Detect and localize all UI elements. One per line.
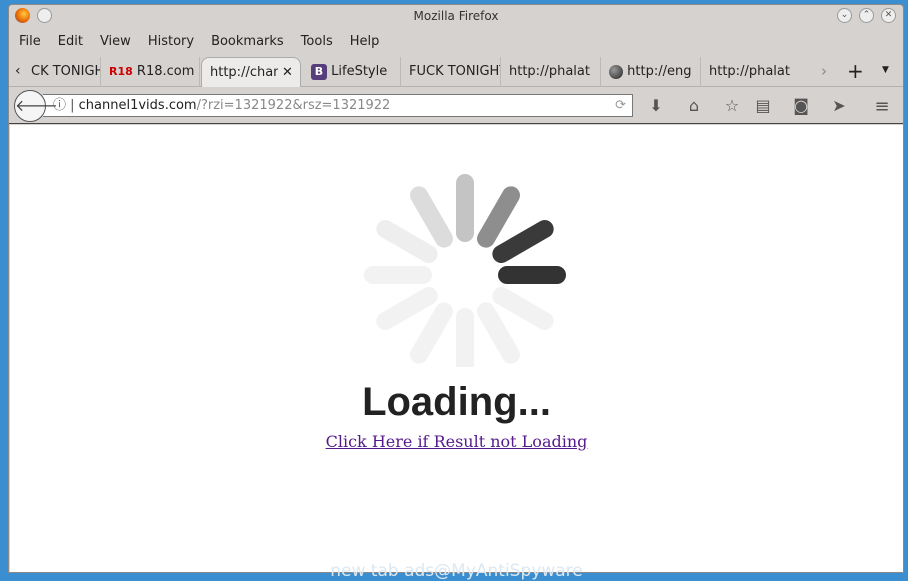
url-path: /?rzi=1321922&rsz=1321922	[196, 98, 391, 113]
loading-heading: Loading...	[362, 380, 551, 424]
spinner-spoke	[492, 287, 554, 330]
scroll-tabs-left-icon[interactable]: ‹	[15, 63, 21, 79]
firefox-logo-icon	[15, 8, 30, 23]
menu-file[interactable]: File	[19, 31, 41, 53]
spinner-spoke	[376, 287, 438, 330]
tab[interactable]: B LifeStyle	[303, 57, 401, 87]
spinner-spoke	[492, 220, 554, 263]
menu-edit[interactable]: Edit	[58, 31, 83, 53]
globe-icon	[609, 64, 623, 79]
hamburger-menu-icon[interactable]: ≡	[872, 96, 892, 117]
result-link[interactable]: Click Here if Result not Loading	[10, 432, 903, 451]
close-tab-icon[interactable]: ✕	[282, 65, 293, 80]
tab[interactable]: http://phalat	[501, 57, 601, 87]
tab-label: http://eng	[627, 64, 692, 79]
tab-label: http://phalat	[509, 64, 590, 79]
spinner-spoke	[410, 302, 453, 364]
menu-bookmarks[interactable]: Bookmarks	[211, 31, 284, 53]
reload-icon[interactable]: ⟳	[615, 95, 626, 116]
reading-list-icon[interactable]: ▤	[753, 96, 773, 115]
pocket-icon[interactable]: ◙	[791, 96, 811, 115]
menu-tools[interactable]: Tools	[301, 31, 333, 53]
tab-label: LifeStyle	[331, 64, 388, 79]
watermark: new tab ads@MyAntiSpyware	[330, 561, 583, 581]
address-bar[interactable]: ⓘ | channel1vids.com/?rzi=1321922&rsz=13…	[43, 94, 633, 117]
home-icon[interactable]: ⌂	[684, 96, 704, 115]
navigation-bar: ⓘ | channel1vids.com/?rzi=1321922&rsz=13…	[9, 88, 903, 124]
page-content: Loading... Click Here if Result not Load…	[10, 125, 903, 581]
r18-icon: R18	[109, 65, 133, 78]
menu-bar: File Edit View History Bookmarks Tools H…	[9, 31, 379, 53]
list-tabs-icon[interactable]: ▼	[882, 65, 889, 75]
browser-window: Mozilla Firefox ⌄ ⌃ ✕ File Edit View His…	[8, 4, 904, 581]
tab[interactable]: http://eng	[601, 57, 701, 87]
spinner-spoke	[477, 186, 520, 248]
tab[interactable]: R18 R18.com	[101, 57, 200, 87]
minimize-button[interactable]: ⌄	[837, 8, 852, 23]
tab-label: http://channel1vids.com	[210, 65, 278, 80]
tab-strip: ‹ CK TONIGHT R18 R18.com http://channel1…	[9, 57, 903, 87]
menu-history[interactable]: History	[148, 31, 194, 53]
window-menu-button[interactable]	[37, 8, 52, 23]
bootstrap-b-icon: B	[311, 63, 327, 80]
url-domain: channel1vids.com	[78, 98, 197, 113]
menu-help[interactable]: Help	[350, 31, 380, 53]
scroll-tabs-right-icon[interactable]: ›	[821, 62, 827, 80]
send-icon[interactable]: ➤	[829, 96, 849, 115]
spinner-spoke	[376, 220, 438, 263]
bookmark-star-icon[interactable]: ☆	[722, 96, 742, 115]
tab-label: CK TONIGHT	[31, 64, 100, 79]
tab-label: FUCK TONIGHT	[409, 64, 501, 79]
window-title: Mozilla Firefox	[413, 9, 499, 23]
close-window-button[interactable]: ✕	[881, 8, 896, 23]
download-icon[interactable]: ⬇	[646, 96, 666, 115]
tab-label: http://phalat	[709, 64, 790, 79]
spinner-spoke	[410, 186, 453, 248]
new-tab-icon[interactable]: +	[847, 59, 864, 83]
title-bar: Mozilla Firefox ⌄ ⌃ ✕	[9, 5, 903, 27]
back-button[interactable]: 🡐	[14, 90, 58, 122]
tab[interactable]: CK TONIGHT	[23, 57, 101, 87]
loading-spinner	[364, 174, 566, 367]
spinner-spoke	[477, 302, 520, 364]
tab[interactable]: http://phalat	[701, 57, 801, 87]
menu-view[interactable]: View	[100, 31, 131, 53]
tab-label: R18.com	[136, 64, 195, 79]
tab[interactable]: FUCK TONIGHT	[401, 57, 501, 87]
tab-active[interactable]: http://channel1vids.com ✕	[201, 57, 301, 87]
maximize-button[interactable]: ⌃	[859, 8, 874, 23]
